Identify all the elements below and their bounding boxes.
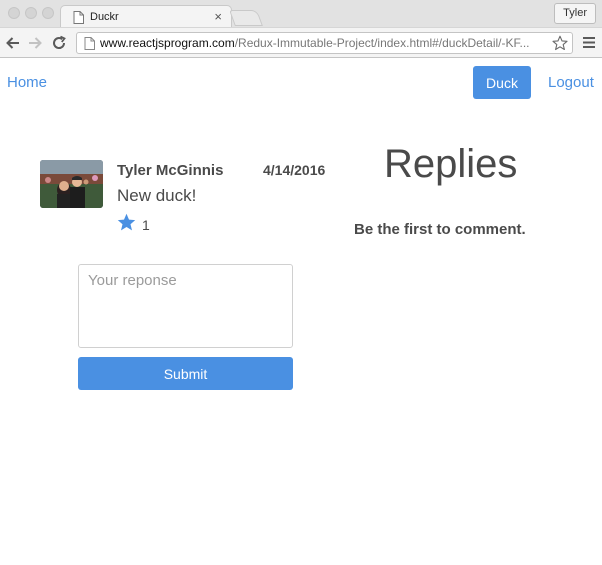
duck-date: 4/14/2016	[263, 162, 326, 178]
response-input[interactable]	[78, 264, 293, 348]
page-icon	[73, 11, 84, 24]
window-zoom-dot[interactable]	[42, 7, 54, 19]
like-count: 1	[142, 217, 150, 233]
url-path: /Redux-Immutable-Project/index.html#/duc…	[234, 36, 530, 50]
browser-tab[interactable]: Duckr ×	[60, 5, 232, 28]
app-navbar: Home Duck Logout	[0, 58, 602, 108]
hamburger-menu-icon[interactable]	[583, 36, 595, 49]
document-icon	[84, 37, 95, 50]
new-tab-button[interactable]	[229, 10, 263, 26]
browser-chrome: Duckr × Tyler www.reactjsprogram.com/Red…	[0, 0, 602, 58]
arrow-right-icon[interactable]	[27, 35, 43, 51]
window-close-dot[interactable]	[8, 7, 20, 19]
home-link[interactable]: Home	[7, 74, 47, 91]
user-photo	[40, 160, 103, 208]
tab-close-icon[interactable]: ×	[214, 9, 222, 24]
duck-author: Tyler McGinnis	[117, 162, 224, 179]
star-icon[interactable]	[117, 213, 136, 232]
logout-link[interactable]: Logout	[548, 74, 594, 91]
tab-title: Duckr	[90, 11, 119, 23]
reload-icon[interactable]	[51, 35, 67, 51]
url-text[interactable]: www.reactjsprogram.com/Redux-Immutable-P…	[100, 36, 548, 50]
address-bar[interactable]: www.reactjsprogram.com/Redux-Immutable-P…	[76, 32, 573, 54]
duck-button[interactable]: Duck	[473, 66, 531, 99]
profile-button[interactable]: Tyler	[554, 3, 596, 24]
submit-button[interactable]: Submit	[78, 357, 293, 390]
url-host: www.reactjsprogram.com	[100, 36, 235, 50]
tab-strip: Duckr × Tyler	[0, 0, 602, 28]
arrow-left-icon[interactable]	[5, 35, 21, 51]
avatar	[40, 160, 103, 208]
browser-toolbar: www.reactjsprogram.com/Redux-Immutable-P…	[0, 27, 602, 58]
duck-text: New duck!	[117, 186, 197, 205]
star-outline-icon[interactable]	[552, 35, 568, 51]
window-minimize-dot[interactable]	[25, 7, 37, 19]
replies-title: Replies	[384, 142, 518, 186]
empty-replies-message: Be the first to comment.	[354, 221, 526, 238]
